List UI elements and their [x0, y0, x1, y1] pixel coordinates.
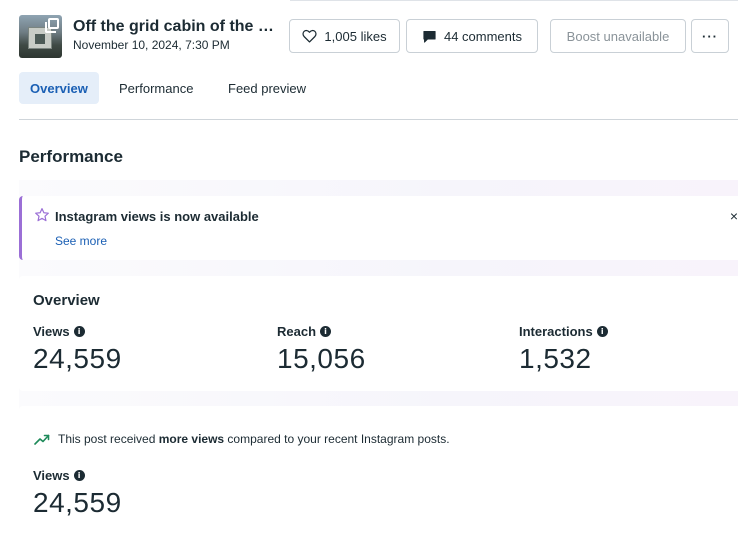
metric-interactions: Interactions i 1,532 [519, 324, 608, 375]
info-icon[interactable]: i [73, 470, 85, 481]
comment-icon [423, 30, 436, 43]
star-icon [35, 208, 49, 222]
likes-label: 1,005 likes [324, 28, 387, 44]
overview-title: Overview [33, 292, 100, 309]
metric-views: Views i 24,559 [33, 324, 122, 375]
metric-value: 15,056 [277, 343, 366, 374]
comments-label: 44 comments [443, 28, 523, 44]
metric-views-insight: Views i 24,559 [33, 468, 122, 519]
metric-label: Views [33, 468, 70, 483]
post-title[interactable]: Off the grid cabin of the dreams [73, 18, 278, 36]
insight-card: This post received more views compared t… [19, 406, 738, 535]
likes-button[interactable]: 1,005 likes [289, 19, 400, 53]
close-icon[interactable]: × [730, 208, 738, 224]
insight-emphasis: more views [158, 432, 225, 446]
tab-feed-preview[interactable]: Feed preview [217, 72, 317, 104]
trend-up-icon [34, 434, 50, 445]
info-icon[interactable]: i [73, 326, 85, 337]
insight-suffix: compared to your recent Instagram posts. [224, 432, 450, 446]
heart-icon [302, 29, 318, 43]
metric-label: Views [33, 324, 70, 339]
more-options-button[interactable]: ··· [691, 19, 729, 53]
metric-reach: Reach i 15,056 [277, 324, 366, 375]
insight-text: This post received more views compared t… [58, 432, 450, 446]
info-icon[interactable]: i [596, 326, 608, 337]
notice-text: Instagram views is now available [55, 209, 259, 224]
metric-value: 24,559 [33, 487, 122, 518]
boost-button[interactable]: Boost unavailable [550, 19, 686, 53]
overview-card: Overview Views i 24,559 Reach i 15,056 I… [19, 276, 738, 391]
post-thumbnail[interactable] [19, 15, 62, 58]
metric-label: Reach [277, 324, 317, 339]
carousel-icon [45, 18, 59, 33]
tabs-divider [19, 119, 738, 120]
insight-prefix: This post received [58, 432, 159, 446]
tab-overview[interactable]: Overview [19, 72, 99, 104]
section-title: Performance [19, 147, 123, 166]
tab-performance[interactable]: Performance [108, 72, 204, 104]
notice-banner: Instagram views is now available See mor… [19, 196, 738, 260]
post-date: November 10, 2024, 7:30 PM [73, 38, 230, 52]
metric-label: Interactions [519, 324, 593, 339]
post-header: Off the grid cabin of the dreams Novembe… [0, 0, 738, 64]
info-icon[interactable]: i [320, 326, 332, 337]
see-more-link[interactable]: See more [55, 234, 107, 248]
metric-value: 1,532 [519, 343, 592, 374]
comments-button[interactable]: 44 comments [406, 19, 538, 53]
metric-value: 24,559 [33, 343, 122, 374]
